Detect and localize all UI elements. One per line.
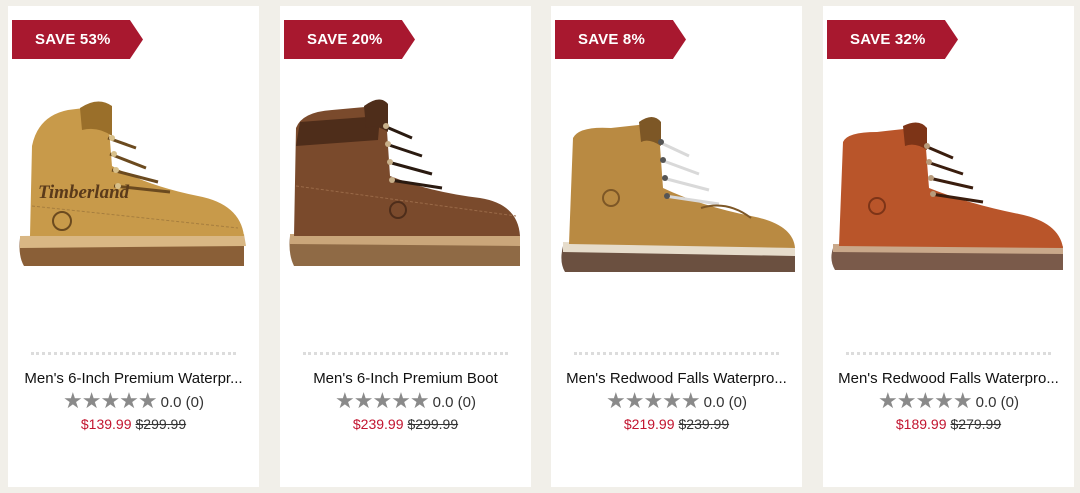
- divider: [31, 352, 236, 355]
- original-price: $299.99: [407, 416, 459, 432]
- product-image[interactable]: [823, 76, 1074, 286]
- product-card[interactable]: SAVE 8% Men's Redwood Falls Waterpro... …: [551, 6, 802, 487]
- star-rating-icon: ★★★★★: [335, 388, 430, 413]
- star-rating-icon: ★★★★★: [606, 388, 701, 413]
- timberland-logo: Timberland: [38, 182, 130, 203]
- product-card[interactable]: SAVE 20% Men's 6-Inch Premium Boot ★★★★★…: [280, 6, 531, 487]
- divider: [846, 352, 1051, 355]
- save-badge: SAVE 32%: [827, 20, 958, 59]
- rating-text: 0.0 (0): [432, 394, 476, 411]
- boot-illustration: [289, 99, 520, 266]
- sale-price: $139.99: [80, 416, 132, 432]
- original-price: $239.99: [678, 416, 730, 432]
- price: $139.99 $299.99: [8, 416, 259, 432]
- star-rating-icon: ★★★★★: [878, 388, 973, 413]
- product-image[interactable]: [551, 76, 802, 286]
- save-badge: SAVE 8%: [555, 20, 686, 59]
- product-title[interactable]: Men's 6-Inch Premium Boot: [286, 370, 525, 387]
- price: $219.99 $239.99: [551, 416, 802, 432]
- save-badge: SAVE 20%: [284, 20, 415, 59]
- rating: ★★★★★ 0.0 (0): [551, 390, 802, 412]
- product-card[interactable]: SAVE 53% Timberland Men's 6-Inch Premium…: [8, 6, 259, 487]
- boot-illustration: [831, 122, 1063, 270]
- product-title[interactable]: Men's 6-Inch Premium Waterpr...: [14, 370, 253, 387]
- sale-price: $219.99: [623, 416, 675, 432]
- boot-illustration: [561, 117, 795, 272]
- price: $239.99 $299.99: [280, 416, 531, 432]
- sale-price: $189.99: [895, 416, 947, 432]
- product-grid: SAVE 53% Timberland Men's 6-Inch Premium…: [0, 0, 1080, 493]
- product-image[interactable]: [280, 76, 531, 286]
- sale-price: $239.99: [352, 416, 404, 432]
- product-image[interactable]: Timberland: [8, 76, 259, 286]
- original-price: $279.99: [950, 416, 1002, 432]
- rating-text: 0.0 (0): [975, 394, 1019, 411]
- divider: [574, 352, 779, 355]
- price: $189.99 $279.99: [823, 416, 1074, 432]
- product-card[interactable]: SAVE 32% Men's Redwood Falls Waterpro...…: [823, 6, 1074, 487]
- star-rating-icon: ★★★★★: [63, 388, 158, 413]
- rating-text: 0.0 (0): [160, 394, 204, 411]
- boot-illustration: Timberland: [19, 101, 246, 266]
- original-price: $299.99: [135, 416, 187, 432]
- save-badge: SAVE 53%: [12, 20, 143, 59]
- divider: [303, 352, 508, 355]
- rating-text: 0.0 (0): [703, 394, 747, 411]
- rating: ★★★★★ 0.0 (0): [823, 390, 1074, 412]
- product-title[interactable]: Men's Redwood Falls Waterpro...: [829, 370, 1068, 387]
- rating: ★★★★★ 0.0 (0): [280, 390, 531, 412]
- rating: ★★★★★ 0.0 (0): [8, 390, 259, 412]
- product-title[interactable]: Men's Redwood Falls Waterpro...: [557, 370, 796, 387]
